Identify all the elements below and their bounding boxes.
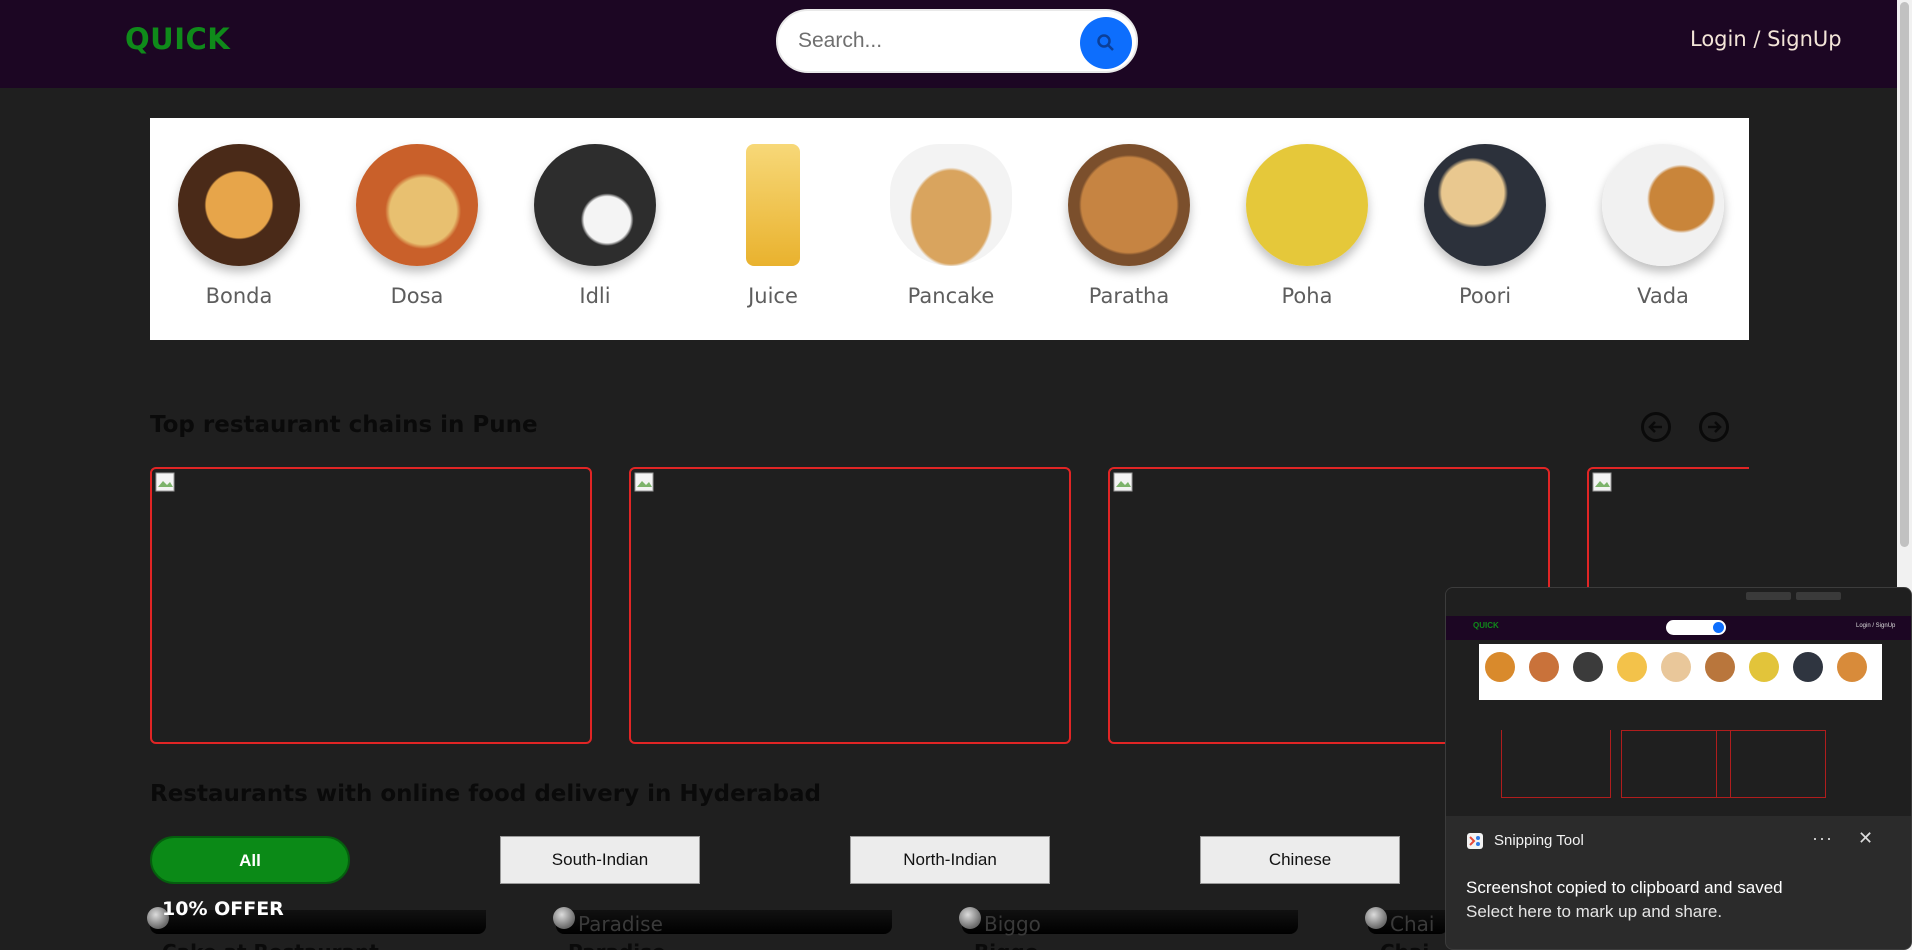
top-navbar: QUICK Login / SignUp [0, 0, 1912, 88]
broken-image-icon [155, 472, 175, 492]
category-label: Dosa [390, 284, 444, 308]
dosa-image [356, 144, 478, 266]
restaurant-card[interactable]: Biggo [959, 907, 1298, 936]
thumbnail-category [1617, 652, 1647, 682]
poori-image [1424, 144, 1546, 266]
vada-image [1602, 144, 1724, 266]
search-button[interactable] [1080, 17, 1132, 69]
thumbnail-category [1837, 652, 1867, 682]
search-icon [1097, 34, 1114, 51]
thumbnail-card [1621, 730, 1731, 798]
thumbnail-card [1501, 730, 1611, 798]
category-label: Paratha [1088, 284, 1170, 308]
category-label: Vada [1637, 284, 1689, 308]
restaurant-name: Chai [1390, 912, 1435, 936]
juice-image [746, 144, 800, 266]
notification-sub-message: Select here to mark up and share. [1466, 902, 1723, 921]
thumbnail-category [1793, 652, 1823, 682]
restaurant-title: Biggo [974, 940, 1038, 950]
thumbnail-category-strip [1479, 644, 1882, 700]
thumbnail-tab [1796, 592, 1841, 600]
thumbnail-login: Login / SignUp [1856, 623, 1896, 629]
filter-south-indian-button[interactable]: South-Indian [500, 836, 700, 884]
paratha-image [1068, 144, 1190, 266]
notification-app-name: Snipping Tool [1494, 832, 1584, 849]
filter-north-indian-button[interactable]: North-Indian [850, 836, 1050, 884]
arrow-right-icon [1708, 421, 1722, 433]
chain-card[interactable] [629, 467, 1071, 744]
thumbnail-category [1529, 652, 1559, 682]
thumbnail-tabbar [1746, 590, 1906, 600]
login-signup-link[interactable]: Login / SignUp [1690, 27, 1842, 51]
broken-image-icon [1113, 472, 1133, 492]
offer-badge: 10% OFFER [162, 898, 284, 920]
arrow-left-icon [1648, 421, 1662, 433]
category-item[interactable]: Poha [1218, 118, 1396, 340]
category-item[interactable]: Vada [1574, 118, 1752, 340]
restaurant-card[interactable]: Chai [1365, 907, 1448, 936]
thumbnail-category [1485, 652, 1515, 682]
thumbnail-category [1661, 652, 1691, 682]
category-label: Idli [579, 284, 611, 308]
category-item[interactable]: Dosa [328, 118, 506, 340]
filter-chinese-button[interactable]: Chinese [1200, 836, 1400, 884]
broken-image-icon [634, 472, 654, 492]
restaurant-title: Paradise [568, 940, 666, 950]
thumbnail-header: QUICK Login / SignUp [1446, 616, 1911, 640]
search-bar [776, 9, 1138, 73]
thumbnail-search [1666, 620, 1726, 635]
pancake-image [890, 144, 1012, 266]
category-label: Pancake [907, 284, 995, 308]
restaurant-title: Cake at Restaurant [162, 940, 379, 950]
thumbnail-card [1716, 730, 1826, 798]
chain-card[interactable] [150, 467, 592, 744]
carousel-prev-button[interactable] [1641, 412, 1671, 442]
notification-message: Screenshot copied to clipboard and saved [1466, 878, 1783, 897]
restaurant-thumbnail [1365, 907, 1387, 929]
restaurant-name: Biggo [984, 912, 1041, 936]
poha-image [1246, 144, 1368, 266]
search-input[interactable] [798, 25, 1058, 57]
category-label: Juice [748, 284, 798, 308]
scrollbar-thumb[interactable] [1900, 2, 1909, 547]
more-options-button[interactable]: ··· [1812, 828, 1833, 849]
screenshot-thumbnail[interactable]: QUICK Login / SignUp [1446, 588, 1911, 816]
category-item[interactable]: Idli [506, 118, 684, 340]
carousel-next-button[interactable] [1699, 412, 1729, 442]
restaurant-title: Chai [1380, 940, 1429, 950]
thumbnail-category [1705, 652, 1735, 682]
category-label: Poori [1458, 284, 1512, 308]
idli-image [534, 144, 656, 266]
snipping-tool-notification[interactable]: QUICK Login / SignUp Snipping Tool ··· ✕… [1445, 587, 1912, 950]
filter-all-button[interactable]: All [150, 836, 350, 884]
category-item[interactable]: Pancake [862, 118, 1040, 340]
category-item[interactable]: Poori [1396, 118, 1574, 340]
broken-image-icon [1592, 472, 1612, 492]
delivery-section-title: Restaurants with online food delivery in… [150, 781, 821, 807]
thumbnail-tab [1746, 592, 1791, 600]
chains-section-title: Top restaurant chains in Pune [150, 412, 538, 438]
close-notification-button[interactable]: ✕ [1858, 828, 1873, 849]
food-category-carousel: Bonda Dosa Idli Juice Pancake Paratha Po… [150, 118, 1749, 340]
restaurant-card[interactable]: Paradise [553, 907, 892, 936]
category-item[interactable]: Juice [684, 118, 862, 340]
restaurant-thumbnail [959, 907, 981, 929]
thumbnail-category [1749, 652, 1779, 682]
category-label: Bonda [205, 284, 273, 308]
thumbnail-category [1573, 652, 1603, 682]
thumbnail-logo: QUICK [1473, 621, 1499, 630]
restaurant-thumbnail [553, 907, 575, 929]
category-label: Poha [1281, 284, 1333, 308]
snipping-tool-icon [1467, 833, 1483, 849]
category-item[interactable]: Bonda [150, 118, 328, 340]
bonda-image [178, 144, 300, 266]
site-logo[interactable]: QUICK [125, 22, 230, 56]
restaurant-name: Paradise [578, 912, 663, 936]
category-item[interactable]: Paratha [1040, 118, 1218, 340]
